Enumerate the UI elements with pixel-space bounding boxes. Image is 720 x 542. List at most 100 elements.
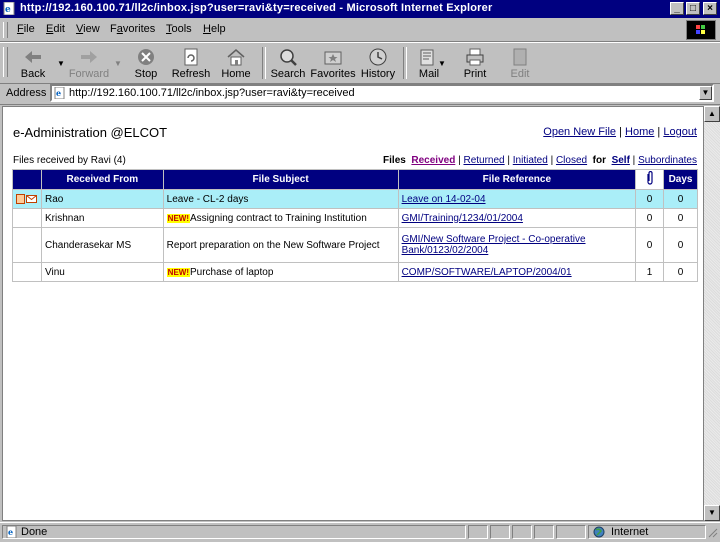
row-status-cell (12, 208, 42, 228)
minimize-button[interactable]: _ (670, 2, 684, 15)
toolbar-grip (3, 22, 8, 38)
cell-file-reference: GMI/New Software Project - Co-operative … (397, 227, 637, 263)
scroll-up-icon[interactable]: ▲ (704, 106, 720, 122)
top-links: Open New File | Home | Logout (543, 126, 697, 138)
table-row[interactable]: Rao Leave - CL-2 days Leave on 14-02-04 … (12, 189, 698, 209)
filter-initiated-link[interactable]: Initiated (513, 155, 548, 166)
address-url: http://192.160.100.71/ll2c/inbox.jsp?use… (69, 87, 355, 99)
toolbar-grip (3, 47, 8, 77)
cell-attachments: 1 (635, 262, 665, 282)
header-icon-col (12, 169, 42, 190)
close-button[interactable]: × (703, 2, 717, 15)
filter-self-link[interactable]: Self (612, 155, 630, 166)
search-button[interactable]: Search (265, 45, 311, 81)
history-button[interactable]: History (355, 45, 401, 81)
header-file-subject[interactable]: File Subject (162, 169, 399, 190)
svg-text:e: e (56, 88, 61, 98)
file-reference-link[interactable]: Leave on 14-02-04 (402, 194, 486, 205)
status-bar: e Done Internet (0, 522, 720, 541)
cell-received-from: Krishnan (41, 208, 164, 228)
menu-view[interactable]: View (76, 23, 100, 35)
cell-file-subject: NEW!Assigning contract to Training Insti… (162, 208, 399, 228)
cell-file-subject: Report preparation on the New Software P… (162, 227, 399, 263)
cell-attachments: 0 (635, 227, 665, 263)
scroll-track[interactable] (704, 122, 720, 505)
forward-dropdown-icon[interactable]: ▼ (114, 59, 122, 68)
refresh-icon (184, 48, 198, 66)
favorites-button[interactable]: Favorites (310, 45, 356, 81)
home-link[interactable]: Home (625, 126, 654, 138)
edit-button[interactable]: Edit (497, 45, 543, 81)
menu-bar: File Edit View Favorites Tools Help (0, 19, 720, 42)
globe-icon (593, 526, 605, 538)
header-file-reference[interactable]: File Reference (397, 169, 637, 190)
received-count-label: Files received by Ravi (4) (13, 155, 126, 166)
vertical-scrollbar[interactable]: ▲ ▼ (704, 106, 720, 521)
cell-days: 0 (663, 189, 698, 209)
resize-grip-icon[interactable] (706, 525, 718, 539)
open-new-file-link[interactable]: Open New File (543, 126, 616, 138)
maximize-button[interactable]: □ (686, 2, 700, 15)
zone-label: Internet (611, 526, 649, 538)
filter-received-link[interactable]: Received (411, 155, 455, 166)
status-cell (468, 525, 488, 539)
inbox-table: Received From File Subject File Referenc… (12, 169, 698, 282)
stop-button[interactable]: Stop (123, 45, 169, 81)
table-row[interactable]: Chanderasekar MS Report preparation on t… (12, 227, 698, 263)
history-icon (369, 48, 387, 66)
cell-file-reference: Leave on 14-02-04 (397, 189, 637, 209)
page-icon: e (54, 87, 65, 99)
cell-days: 0 (663, 262, 698, 282)
menu-tools[interactable]: Tools (166, 23, 192, 35)
refresh-button[interactable]: Refresh (168, 45, 214, 81)
cell-file-subject: Leave - CL-2 days (162, 189, 399, 209)
logout-link[interactable]: Logout (663, 126, 697, 138)
row-status-cell (12, 189, 42, 209)
table-row[interactable]: Vinu NEW!Purchase of laptop COMP/SOFTWAR… (12, 262, 698, 282)
svg-text:e: e (8, 527, 13, 537)
cell-received-from: Chanderasekar MS (41, 227, 164, 263)
filter-subordinates-link[interactable]: Subordinates (638, 155, 697, 166)
header-received-from[interactable]: Received From (41, 169, 164, 190)
cell-days: 0 (663, 227, 698, 263)
forward-button[interactable]: Forward (66, 45, 112, 81)
menu-favorites[interactable]: Favorites (110, 23, 155, 35)
table-row[interactable]: Krishnan NEW!Assigning contract to Train… (12, 208, 698, 228)
cell-file-reference: COMP/SOFTWARE/LAPTOP/2004/01 (397, 262, 637, 282)
status-cell (556, 525, 586, 539)
back-dropdown-icon[interactable]: ▼ (57, 59, 65, 68)
status-cell (512, 525, 532, 539)
header-days[interactable]: Days (663, 169, 698, 190)
svg-text:e: e (5, 5, 11, 15)
cell-received-from: Vinu (41, 262, 164, 282)
menu-file[interactable]: File (17, 23, 35, 35)
edit-icon (513, 48, 527, 66)
file-reference-link[interactable]: GMI/New Software Project - Co-operative … (402, 234, 586, 256)
mail-icon (420, 49, 434, 66)
status-text: Done (21, 526, 48, 538)
open-envelope-icon (16, 194, 37, 204)
file-reference-link[interactable]: GMI/Training/1234/01/2004 (402, 213, 523, 224)
file-reference-link[interactable]: COMP/SOFTWARE/LAPTOP/2004/01 (402, 267, 572, 278)
windows-logo-icon (686, 20, 716, 40)
page-done-icon: e (6, 526, 17, 538)
for-label: for (592, 155, 606, 166)
address-input[interactable]: e http://192.160.100.71/ll2c/inbox.jsp?u… (50, 84, 714, 102)
menu-help[interactable]: Help (203, 23, 226, 35)
filter-returned-link[interactable]: Returned (463, 155, 504, 166)
status-text-cell: e Done (2, 525, 466, 539)
scroll-down-icon[interactable]: ▼ (704, 505, 720, 521)
cell-attachments: 0 (635, 189, 665, 209)
home-button[interactable]: Home (213, 45, 259, 81)
menu-edit[interactable]: Edit (46, 23, 65, 35)
filter-closed-link[interactable]: Closed (556, 155, 587, 166)
address-dropdown-icon[interactable]: ▼ (699, 86, 712, 100)
print-button[interactable]: Print (452, 45, 498, 81)
new-badge: NEW! (166, 213, 190, 223)
mail-dropdown-icon[interactable]: ▼ (438, 59, 446, 68)
row-status-cell (12, 227, 42, 263)
back-button[interactable]: Back (10, 45, 56, 81)
new-badge: NEW! (166, 267, 190, 277)
paperclip-icon (646, 170, 653, 185)
table-header-row: Received From File Subject File Referenc… (12, 169, 698, 190)
